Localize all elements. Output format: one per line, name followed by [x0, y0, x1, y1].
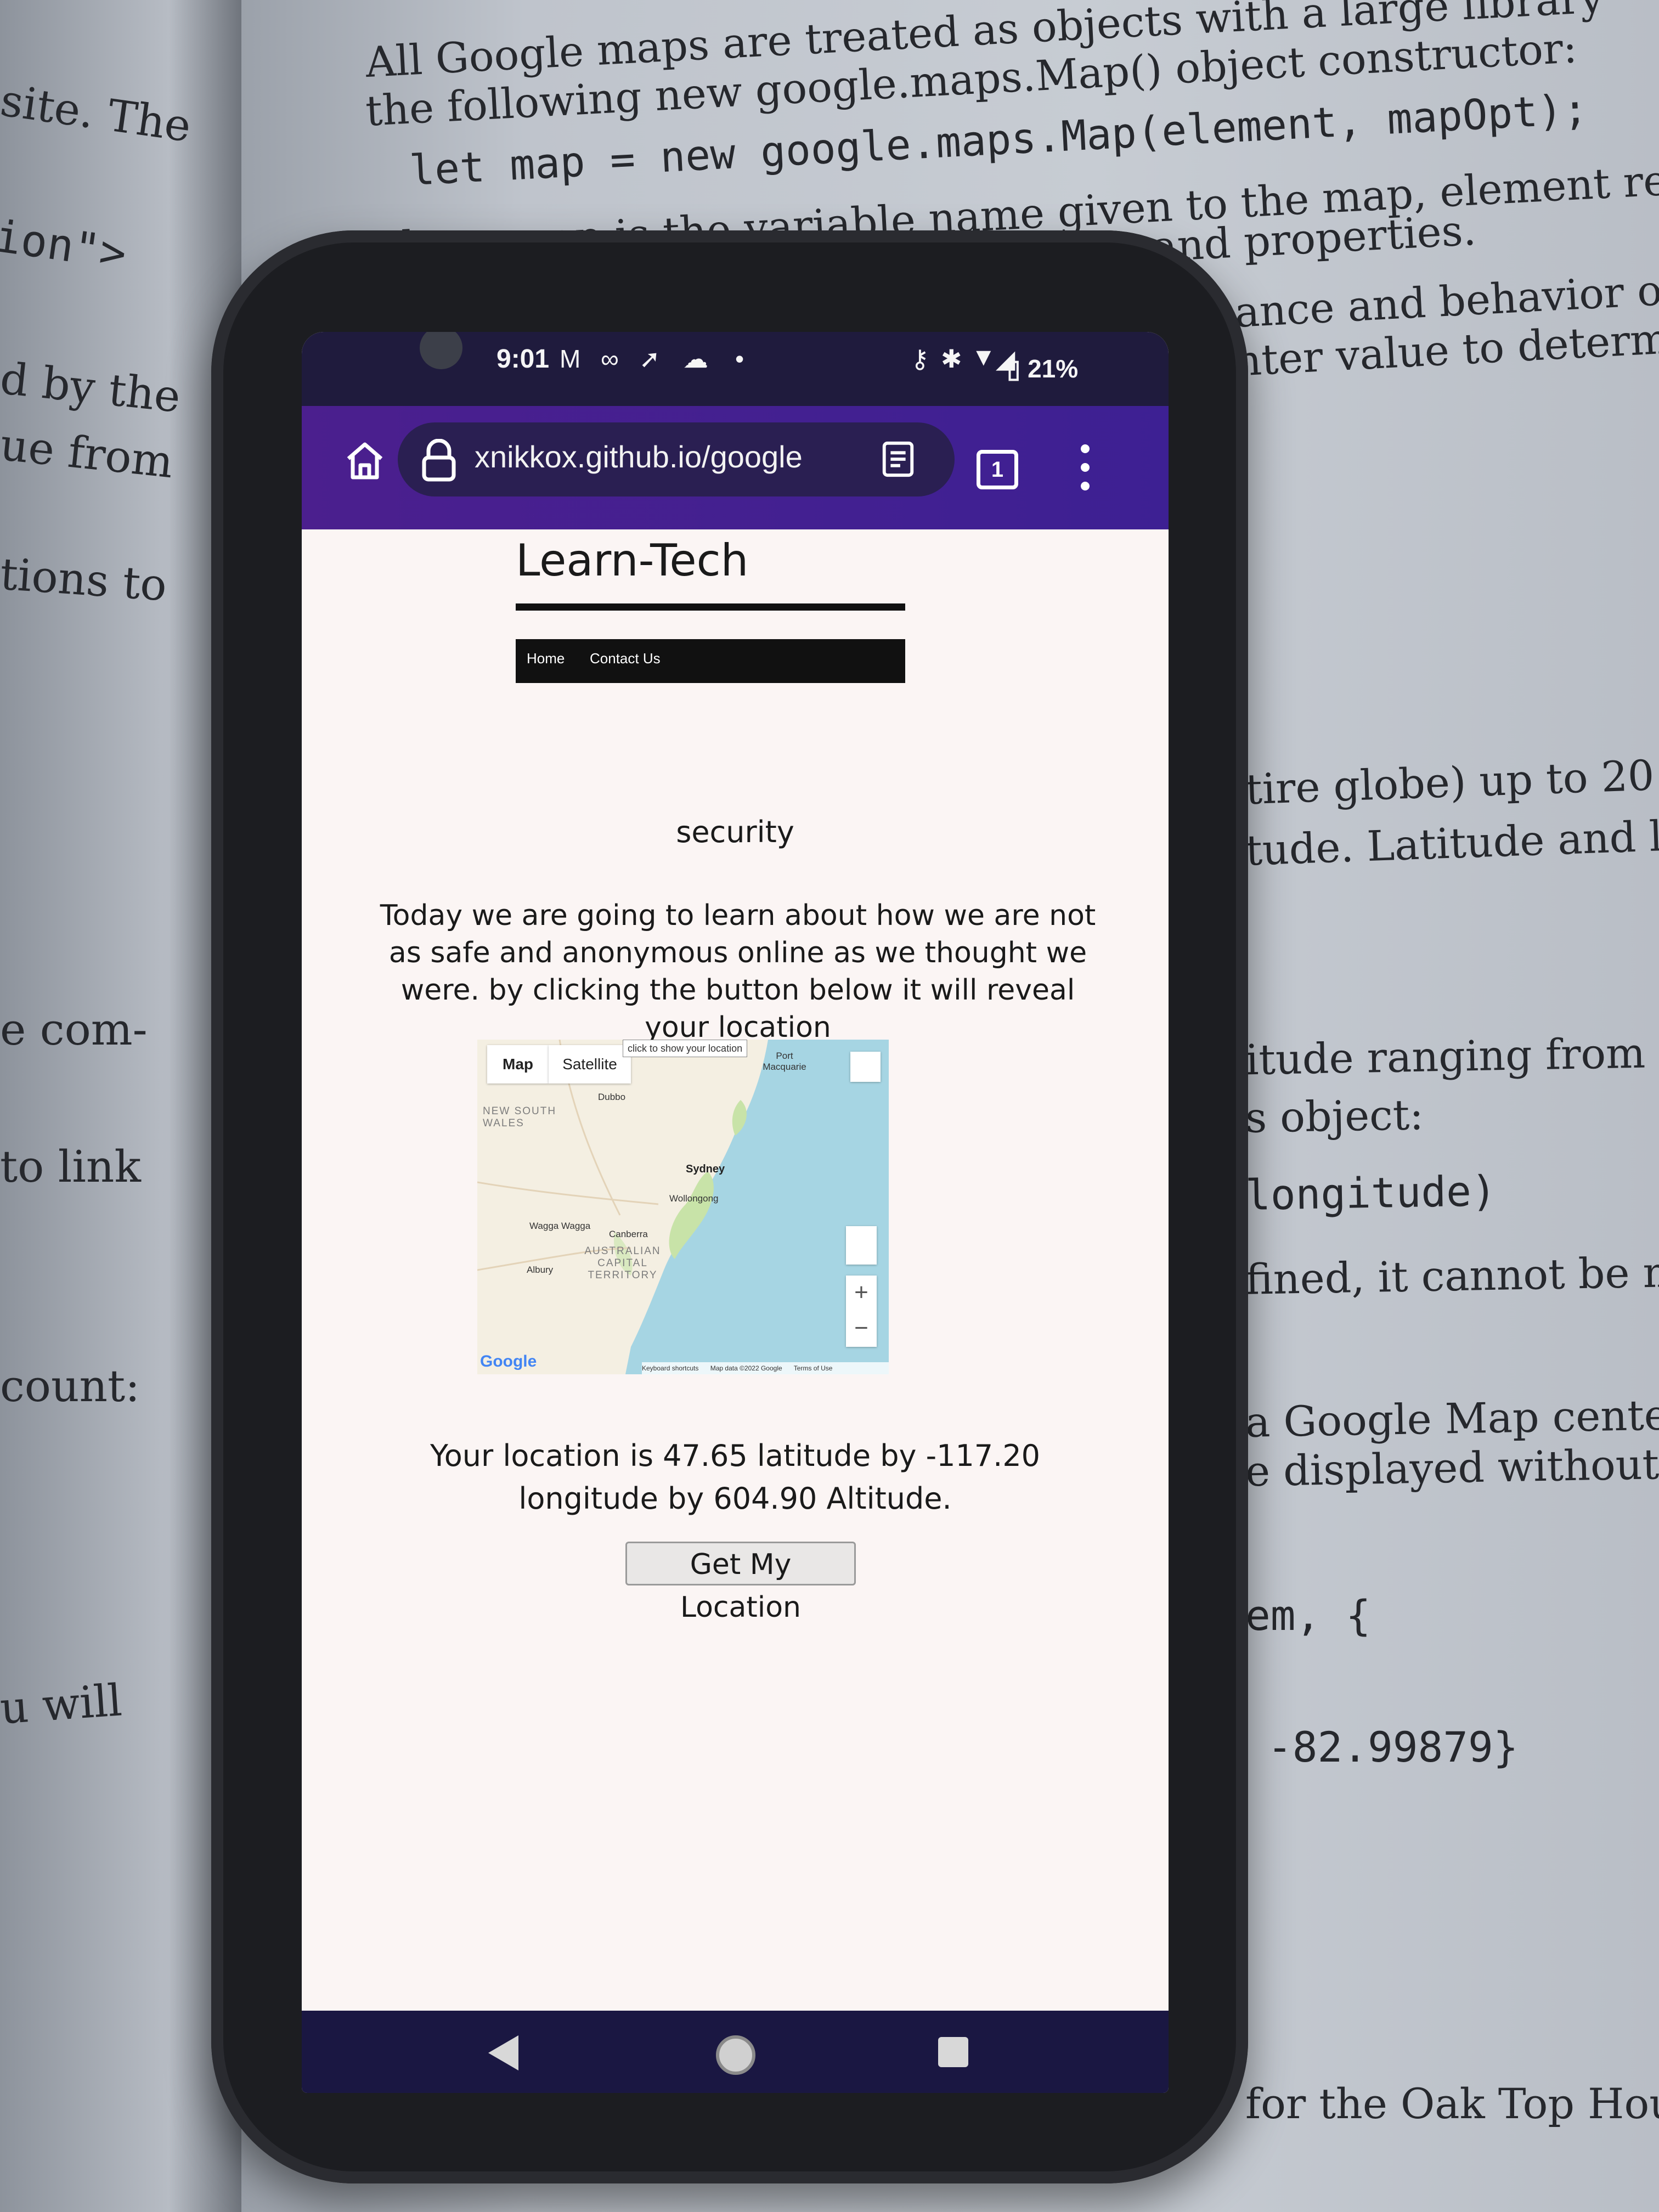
address-bar[interactable]: xnikkox.github.io/google [398, 422, 955, 496]
dot-icon: • [735, 345, 744, 373]
back-icon[interactable] [488, 2035, 518, 2070]
location-readout: Your location is 47.65 latitude by -117.… [430, 1438, 1041, 1516]
battery-level: ▯ 21% [1007, 354, 1079, 383]
map-label: Dubbo [598, 1092, 626, 1102]
map-type-satellite-button[interactable]: Satellite [549, 1045, 631, 1084]
get-my-location-button[interactable]: Get My Location [625, 1542, 856, 1624]
zoom-in-button[interactable]: + [846, 1276, 877, 1311]
recent-apps-icon[interactable] [938, 2037, 968, 2067]
book-left-page [0, 0, 241, 2212]
map-label: Albury [527, 1265, 554, 1275]
bluetooth-icon: ✱ [941, 345, 962, 373]
map-tooltip: click to show your location [623, 1040, 748, 1057]
book-line: e displayed without m [1245, 1439, 1659, 1496]
zoom-out-button[interactable]: − [846, 1311, 877, 1347]
map-label: Sydney [686, 1163, 725, 1175]
status-time: 9:01 [496, 345, 550, 374]
book-left-line: count: [0, 1361, 140, 1412]
book-line: a Google Map centered [1245, 1389, 1659, 1447]
gmail-icon: M [560, 345, 581, 373]
lock-icon [422, 439, 456, 482]
street-view-pegman-icon[interactable] [846, 1226, 877, 1265]
map-footer: Keyboard shortcuts Map data ©2022 Google… [642, 1362, 889, 1374]
book-line: -82.99879} [1267, 1723, 1519, 1771]
web-page: Learn-Tech Home Contact Us security Toda… [302, 529, 1169, 2011]
book-left-line: to link [0, 1141, 141, 1192]
map-label: AUSTRALIAN CAPITAL TERRITORY [584, 1245, 661, 1281]
map-type-map-button[interactable]: Map [487, 1045, 549, 1084]
map-label: Canberra [609, 1229, 648, 1239]
front-camera [420, 332, 462, 369]
url-text: xnikkox.github.io/google [475, 439, 803, 474]
phone-screen: 9:01 M ∞ ➚ ☁ • ⚷ ✱ ▼ ◢ ▯ 21% xnikkox.git… [302, 332, 1169, 2093]
book-line: itude ranging from –1 [1245, 1028, 1659, 1085]
keyboard-shortcuts-link[interactable]: Keyboard shortcuts [642, 1364, 698, 1372]
google-logo: Google [480, 1352, 537, 1370]
overflow-menu-icon[interactable] [1081, 444, 1092, 494]
home-circle-icon[interactable] [716, 2035, 755, 2075]
terms-of-use-link[interactable]: Terms of Use [794, 1364, 833, 1372]
nav-contact-link[interactable]: Contact Us [590, 650, 661, 667]
title-underline [516, 603, 905, 611]
send-icon: ➚ [639, 345, 661, 373]
book-line: s object: [1245, 1090, 1424, 1142]
site-nav: Home Contact Us [516, 639, 905, 683]
book-line: fined, it cannot be mod [1245, 1246, 1659, 1304]
map-label: Wollongong [669, 1193, 719, 1204]
wifi-icon: ▼ [971, 342, 996, 371]
intro-paragraph: Today we are going to learn about how we… [380, 899, 1096, 1044]
map-label: Wagga Wagga [529, 1221, 591, 1231]
tab-switcher-button[interactable]: 1 [977, 450, 1018, 489]
android-nav-bar [302, 2011, 1169, 2093]
infinity-icon: ∞ [601, 345, 619, 373]
nav-home-link[interactable]: Home [527, 650, 565, 667]
reader-mode-icon[interactable] [881, 440, 916, 478]
status-bar: 9:01 M ∞ ➚ ☁ • ⚷ ✱ ▼ ◢ ▯ 21% [302, 332, 1169, 406]
site-title: Learn-Tech [516, 535, 749, 586]
book-line: for the Oak Top House [1245, 2079, 1659, 2128]
book-left-line: e com- [0, 1004, 148, 1055]
book-line: em, { [1245, 1591, 1371, 1640]
vpn-key-icon: ⚷ [911, 345, 929, 373]
map-label: NEW SOUTH WALES [483, 1105, 557, 1129]
fullscreen-icon[interactable] [850, 1052, 881, 1082]
cloud-icon: ☁ [683, 345, 708, 373]
page-heading: security [676, 815, 794, 849]
map-data-credit: Map data ©2022 Google [710, 1364, 782, 1372]
zoom-control: + − [846, 1276, 877, 1347]
home-icon[interactable] [343, 439, 387, 483]
browser-toolbar: xnikkox.github.io/google 1 [302, 406, 1169, 529]
book-line: longitude) [1245, 1166, 1497, 1220]
google-map[interactable]: Map Satellite click to show your locatio… [477, 1040, 889, 1374]
map-land [477, 1040, 768, 1374]
map-label: Port Macquarie [763, 1051, 806, 1072]
book-left-line: u will [0, 1674, 124, 1734]
